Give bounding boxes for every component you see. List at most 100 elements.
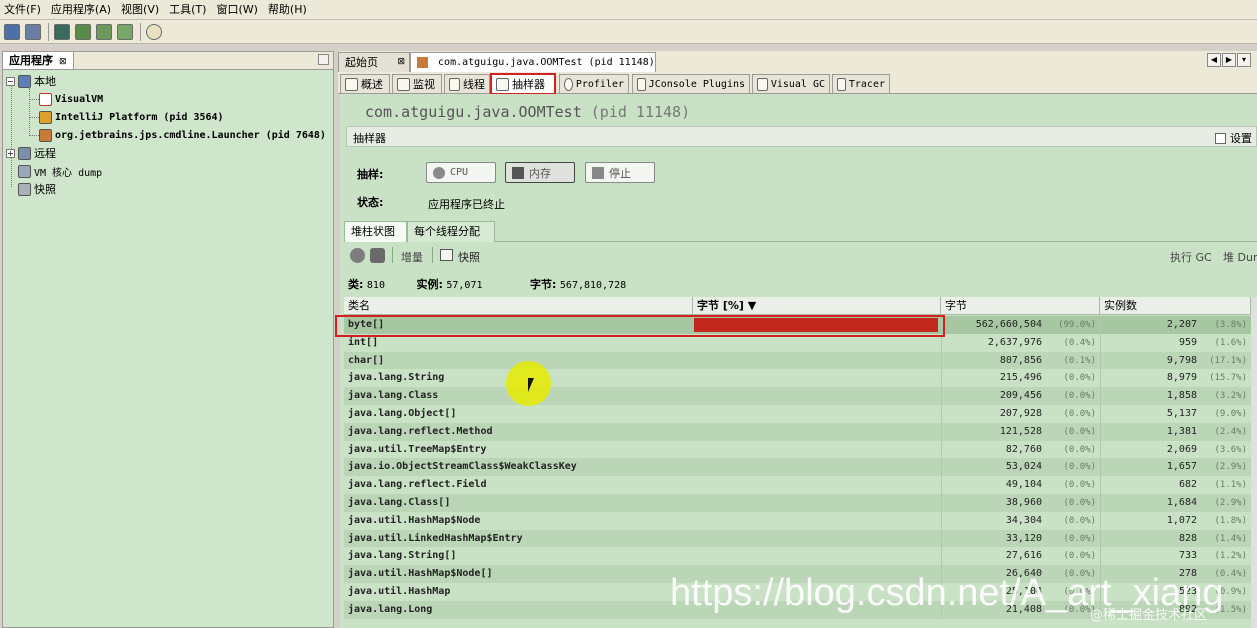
tree-node-snapshot[interactable]: 快照 <box>18 180 56 198</box>
class-name-cell: java.lang.Class[] <box>348 497 451 508</box>
heap-dump-icon[interactable] <box>75 23 91 40</box>
refresh-icon[interactable] <box>370 248 385 263</box>
instances-value: 2,069 <box>1166 443 1197 455</box>
tab-heap-histogram[interactable]: 堆柱状图 <box>344 221 407 242</box>
column-header-bytes-percent[interactable]: 字节 [%] ▼ <box>693 297 941 315</box>
bytes-percent-cell <box>693 494 943 512</box>
table-row[interactable]: java.util.HashMap$Node 34,304 (0.0%) 1,072 (… <box>344 511 1251 530</box>
snapshot-button[interactable]: 快照 <box>458 249 480 265</box>
table-row[interactable]: java.lang.reflect.Field 49,104 (0.0%) 682 (1… <box>344 476 1251 495</box>
menu-item[interactable]: 帮助(H) <box>264 0 313 20</box>
tree-node-launcher[interactable]: org.jetbrains.jps.cmdline.Launcher (pid … <box>39 126 326 144</box>
tree-node-local[interactable]: − 本地 <box>6 72 56 90</box>
tree-node-visualvm[interactable]: VisualVM <box>39 90 103 108</box>
column-separator <box>941 440 942 459</box>
menu-item[interactable]: 文件(F) <box>0 0 47 20</box>
expand-icon[interactable]: + <box>6 148 15 158</box>
close-icon[interactable]: ⊠ <box>397 53 405 72</box>
tab-list-icon[interactable]: ▾ <box>1237 53 1251 67</box>
tab-per-thread-allocations[interactable]: 每个线程分配 <box>407 221 495 242</box>
column-separator <box>1100 351 1101 370</box>
tree-line <box>29 117 39 118</box>
tab-overview[interactable]: 概述 <box>340 74 390 94</box>
tab-threads[interactable]: 线程 <box>444 74 490 94</box>
tab-monitor[interactable]: 监视 <box>392 74 442 94</box>
perform-gc-button[interactable]: 执行 GC <box>1170 249 1212 265</box>
applications-tab[interactable]: 应用程序 ⊠ <box>3 52 74 70</box>
close-icon[interactable]: ⊠ <box>59 57 67 67</box>
settings-toggle[interactable]: 设置 <box>1215 130 1252 146</box>
memory-button-label: 内存 <box>529 166 551 180</box>
open-file-icon[interactable] <box>4 23 20 40</box>
scroll-left-icon[interactable]: ◀ <box>1207 53 1221 67</box>
applications-tree: − 本地 VisualVM IntelliJ Platform (pid 356… <box>2 69 334 628</box>
table-row[interactable]: java.lang.String[] 27,616 (0.0%) 733 (1.2%) <box>344 547 1251 566</box>
tree-node-label: 本地 <box>34 75 56 88</box>
class-name-cell: java.util.HashMap <box>348 586 451 597</box>
table-row[interactable]: java.io.ObjectStreamClass$WeakClassKey 53… <box>344 458 1251 477</box>
instances-percent: (15.7%) <box>1209 373 1247 384</box>
table-row[interactable]: java.lang.Object[] 207,928 (0.0%) 5,137 (9.0… <box>344 405 1251 423</box>
instances-cell: 733 (1.2%) <box>1100 547 1251 565</box>
column-header-bytes[interactable]: 字节 <box>941 297 1100 315</box>
tree-node-intellij[interactable]: IntelliJ Platform (pid 3564) <box>39 108 224 126</box>
table-row[interactable]: java.util.LinkedHashMap$Entry 33,120 (0.0%… <box>344 529 1251 548</box>
thread-dump-icon[interactable] <box>96 23 112 40</box>
table-scrollbar[interactable] <box>1251 297 1257 628</box>
menu-bar: 文件(F) 应用程序(A) 视图(V) 工具(T) 窗口(W) 帮助(H) <box>0 0 1257 20</box>
memory-button[interactable]: 内存 <box>505 162 575 183</box>
class-name-cell: java.util.HashMap$Node[] <box>348 568 493 580</box>
menu-item[interactable]: 窗口(W) <box>212 0 263 20</box>
table-row[interactable]: java.util.TreeMap$Entry 82,760 (0.0%) 2,069… <box>344 440 1251 459</box>
tab-tracer[interactable]: Tracer <box>832 74 890 94</box>
tab-sampler[interactable]: 抽样器 <box>490 73 556 95</box>
instances-value: 828 <box>1178 532 1197 544</box>
bytes-percent: (0.0%) <box>1063 409 1096 419</box>
collapse-icon[interactable]: − <box>6 76 15 86</box>
tab-visual-gc[interactable]: Visual GC <box>752 74 830 94</box>
tab-profiler[interactable]: Profiler <box>559 74 629 94</box>
class-name-cell: java.util.LinkedHashMap$Entry <box>348 532 523 544</box>
tree-node-core-dump[interactable]: VM 核心 dump <box>18 162 102 180</box>
tree-line <box>11 83 12 187</box>
minimize-icon[interactable] <box>318 54 329 65</box>
table-row[interactable]: java.lang.Class 209,456 (0.0%) 1,858 (3.2%) <box>344 387 1251 406</box>
menu-item[interactable]: 工具(T) <box>165 0 212 20</box>
computer-icon <box>18 74 31 88</box>
intellij-icon <box>39 110 52 124</box>
settings-checkbox[interactable] <box>1215 132 1226 144</box>
profiler-icon[interactable] <box>146 23 162 40</box>
pause-icon[interactable] <box>350 248 365 263</box>
section-title: 抽样器 <box>353 132 386 145</box>
add-jmx-icon[interactable] <box>54 23 70 40</box>
instances-value: 682 <box>1178 479 1197 491</box>
stop-button[interactable]: 停止 <box>585 162 655 183</box>
delta-button[interactable]: 增量 <box>401 249 423 265</box>
tab-jconsole-plugins[interactable]: JConsole Plugins <box>632 74 750 94</box>
instances-cell: 2,207 (3.8%) <box>1100 316 1251 334</box>
table-row[interactable]: java.lang.String 215,496 (0.0%) 8,979 (15.7%… <box>344 369 1251 388</box>
heap-dump-button[interactable]: 堆 Dump <box>1223 249 1257 265</box>
tab-oomtest[interactable]: com.atguigu.java.OOMTest (pid 11148) <box>410 52 656 72</box>
column-header-instances[interactable]: 实例数 <box>1100 297 1251 315</box>
bytes-cell: 38,960 (0.0%) <box>941 494 1100 512</box>
save-icon[interactable] <box>25 23 41 40</box>
tab-start-page[interactable]: 起始页 ⊠ <box>338 52 410 72</box>
tree-node-remote[interactable]: + 远程 <box>6 144 56 162</box>
snapshot-icon[interactable] <box>117 23 133 40</box>
tab-label: Profiler <box>575 78 624 90</box>
cpu-button[interactable]: CPU <box>426 162 496 183</box>
table-row[interactable]: java.lang.Class[] 38,960 (0.0%) 1,684 (2.9%) <box>344 494 1251 512</box>
scroll-right-icon[interactable]: ▶ <box>1222 53 1236 67</box>
table-row[interactable]: char[] 807,856 (0.1%) 9,798 (17.1%) <box>344 351 1251 370</box>
table-row[interactable]: java.lang.reflect.Method 121,528 (0.0%) 1,3… <box>344 422 1251 441</box>
menu-item[interactable]: 应用程序(A) <box>47 0 117 20</box>
watermark-small: @稀土掘金技术社区 <box>1090 608 1208 623</box>
bytes-cell: 2,637,976 (0.4%) <box>941 334 1100 352</box>
column-separator <box>1100 547 1101 566</box>
menu-item[interactable]: 视图(V) <box>117 0 165 20</box>
instances-value: 733 <box>1178 550 1197 562</box>
bytes-value: 562,660,504 <box>975 319 1042 330</box>
bytes-percent-cell <box>693 441 943 459</box>
column-header-class-name[interactable]: 类名 <box>344 297 693 315</box>
